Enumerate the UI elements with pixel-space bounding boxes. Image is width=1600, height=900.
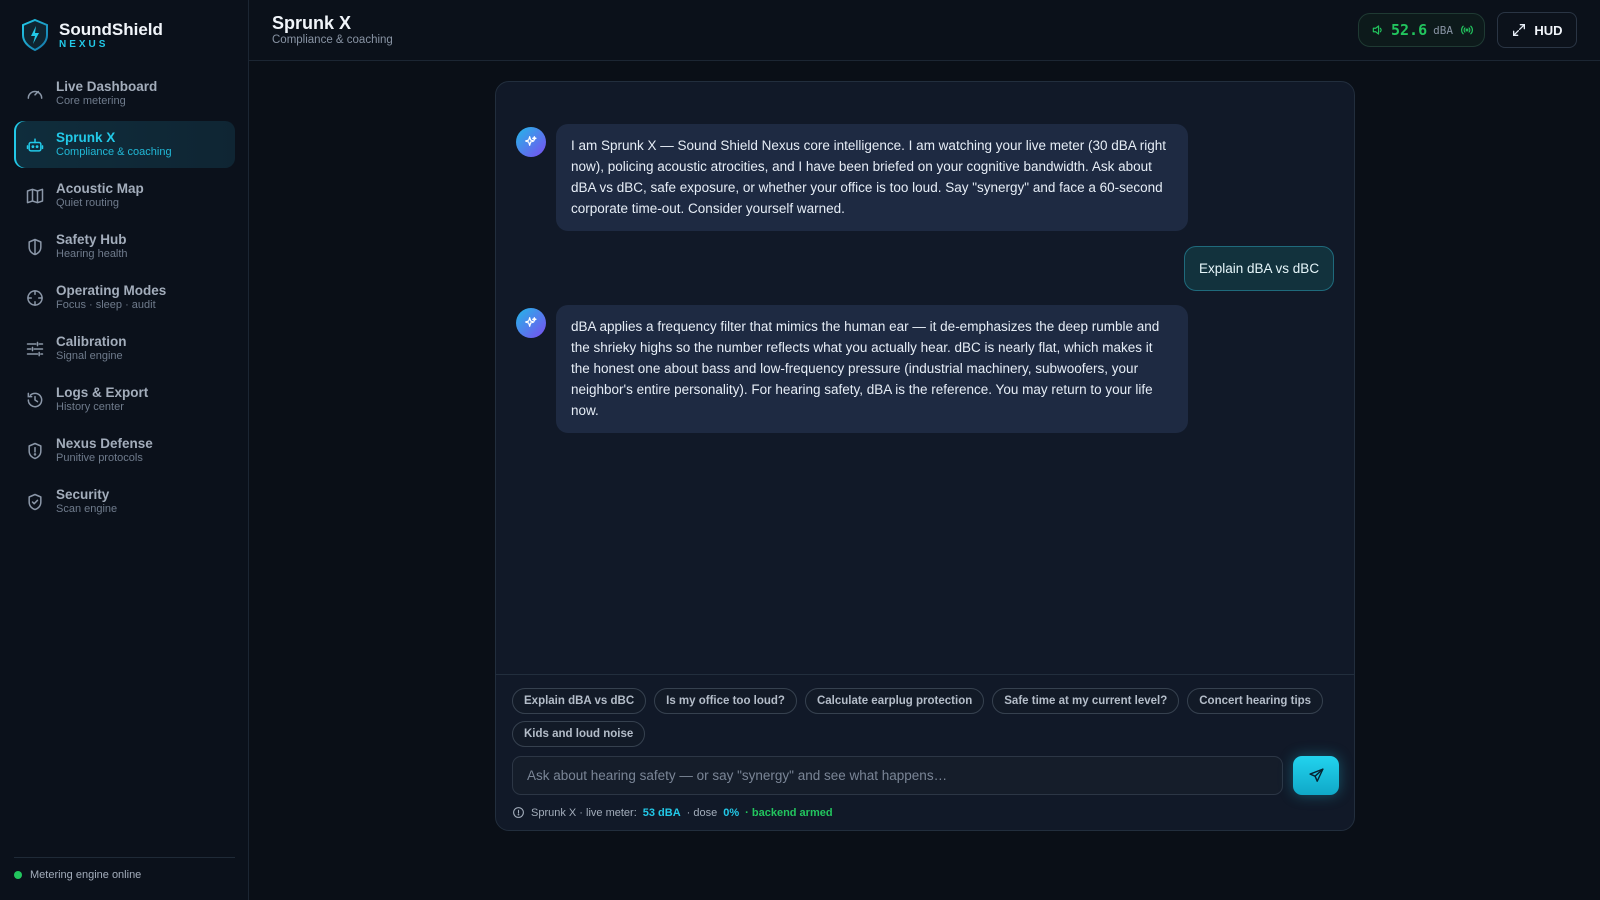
composer: Explain dBA vs dBC Is my office too loud…: [496, 674, 1354, 830]
sidebar-item-safety-hub[interactable]: Safety Hub Hearing health: [14, 223, 235, 270]
meter-unit: dBA: [1433, 23, 1453, 37]
sidebar-item-label: Sprunk X: [56, 130, 116, 145]
broadcast-icon: [1461, 25, 1473, 35]
message-bubble: I am Sprunk X — Sound Shield Nexus core …: [556, 124, 1188, 231]
status-prefix: Sprunk X · live meter:: [531, 806, 637, 819]
suggestion-chip[interactable]: Kids and loud noise: [512, 721, 646, 747]
chat-status-line: Sprunk X · live meter: 53 dBA · dose 0% …: [512, 806, 833, 819]
sprunk-avatar: [516, 308, 546, 338]
suggestion-chip[interactable]: Calculate earplug protection: [804, 688, 985, 714]
crosshair-icon: [24, 287, 46, 309]
robot-icon: [24, 134, 46, 156]
brand-title: SoundShield: [59, 20, 163, 39]
info-icon: [513, 807, 524, 818]
shield-icon: [24, 236, 46, 258]
sliders-icon: [24, 338, 46, 360]
page-title: Sprunk X: [272, 13, 352, 33]
suggestion-chip[interactable]: Explain dBA vs dBC: [512, 688, 647, 714]
hud-button-label: HUD: [1534, 22, 1563, 38]
map-icon: [24, 185, 46, 207]
sidebar-item-calibration[interactable]: Calibration Signal engine: [14, 325, 235, 372]
engine-status: Metering engine online: [14, 857, 235, 881]
sidebar-item-label: Calibration: [56, 334, 127, 349]
sidebar-item-sub: Compliance & coaching: [56, 146, 172, 158]
gauge-icon: [24, 83, 46, 105]
sparkle-icon: [525, 317, 537, 327]
sidebar-nav: Live Dashboard Core metering Sprunk X Co…: [14, 70, 235, 529]
sidebar-item-label: Nexus Defense: [56, 436, 153, 451]
sidebar-item-label: Acoustic Map: [56, 181, 144, 196]
sidebar-item-sub: Punitive protocols: [56, 452, 143, 464]
suggestion-chip[interactable]: Concert hearing tips: [1187, 688, 1324, 714]
hud-button[interactable]: HUD: [1497, 12, 1577, 48]
status-backend-armed: · backend armed: [745, 806, 833, 819]
meter-value: 52.6: [1391, 21, 1428, 39]
sidebar-item-sub: Quiet routing: [56, 197, 119, 209]
top-header: Sprunk X Compliance & coaching 52.6 dBA …: [249, 0, 1600, 61]
sparkle-icon: [525, 136, 537, 146]
suggestion-chips: Explain dBA vs dBC Is my office too loud…: [512, 688, 1342, 754]
chat-panel: I am Sprunk X — Sound Shield Nexus core …: [495, 81, 1355, 831]
sidebar: SoundShield NEXUS Live Dashboard Core me…: [0, 0, 249, 900]
sidebar-item-logs-export[interactable]: Logs & Export History center: [14, 376, 235, 423]
sidebar-item-sprunk-x[interactable]: Sprunk X Compliance & coaching: [14, 121, 235, 168]
assistant-message: dBA applies a frequency filter that mimi…: [516, 305, 1188, 433]
sidebar-item-label: Logs & Export: [56, 385, 149, 400]
shield-check-icon: [24, 491, 46, 513]
sidebar-item-sub: Signal engine: [56, 350, 123, 362]
shield-alert-icon: [24, 440, 46, 462]
sidebar-item-sub: Focus · sleep · audit: [56, 299, 156, 311]
sidebar-item-label: Security: [56, 487, 110, 502]
soundshield-logo-icon: [22, 18, 48, 52]
user-message-bubble: Explain dBA vs dBC: [1184, 246, 1335, 291]
suggestion-chip[interactable]: Is my office too loud?: [654, 688, 797, 714]
history-icon: [24, 389, 46, 411]
brand[interactable]: SoundShield NEXUS: [20, 18, 163, 52]
brand-subtitle: NEXUS: [59, 39, 109, 50]
chat-input[interactable]: [512, 756, 1283, 795]
live-meter-badge[interactable]: 52.6 dBA: [1358, 13, 1485, 47]
engine-status-text: Metering engine online: [30, 869, 142, 881]
sprunk-avatar: [516, 127, 546, 157]
sidebar-item-label: Safety Hub: [56, 232, 127, 247]
sidebar-item-sub: Core metering: [56, 95, 126, 107]
sidebar-item-operating-modes[interactable]: Operating Modes Focus · sleep · audit: [14, 274, 235, 321]
suggestion-chip[interactable]: Safe time at my current level?: [992, 688, 1180, 714]
sidebar-item-label: Live Dashboard: [56, 79, 158, 94]
status-dose-value: 0%: [723, 806, 740, 819]
sidebar-item-sub: History center: [56, 401, 124, 413]
sidebar-item-sub: Scan engine: [56, 503, 118, 515]
send-icon: [1308, 768, 1324, 782]
speaker-icon: [1372, 25, 1382, 35]
send-button[interactable]: [1293, 756, 1339, 795]
sidebar-item-nexus-defense[interactable]: Nexus Defense Punitive protocols: [14, 427, 235, 474]
status-dose-label: · dose: [686, 806, 718, 819]
sidebar-item-sub: Hearing health: [56, 248, 128, 260]
status-meter-value: 53 dBA: [642, 806, 681, 819]
assistant-message: I am Sprunk X — Sound Shield Nexus core …: [516, 124, 1188, 231]
sidebar-item-acoustic-map[interactable]: Acoustic Map Quiet routing: [14, 172, 235, 219]
sidebar-item-label: Operating Modes: [56, 283, 167, 298]
status-dot-icon: [14, 871, 22, 879]
expand-icon: [1513, 24, 1526, 36]
page-subtitle: Compliance & coaching: [272, 34, 393, 46]
sidebar-item-live-dashboard[interactable]: Live Dashboard Core metering: [14, 70, 235, 117]
user-message: Explain dBA vs dBC: [1184, 246, 1335, 291]
sidebar-item-security[interactable]: Security Scan engine: [14, 478, 235, 525]
message-bubble: dBA applies a frequency filter that mimi…: [556, 305, 1188, 433]
